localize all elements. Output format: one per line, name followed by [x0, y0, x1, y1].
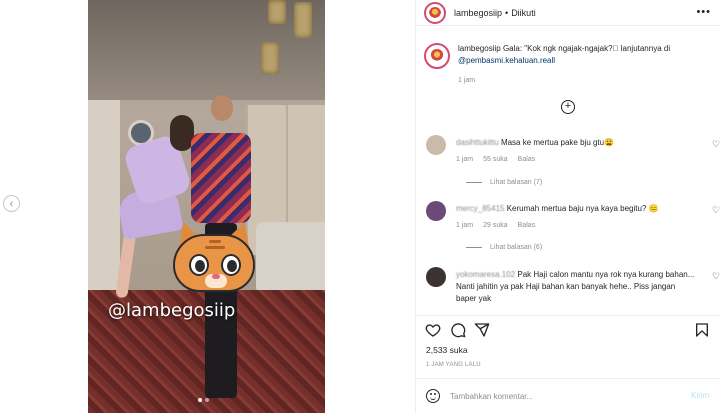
cat-mascot-sticker [172, 218, 256, 292]
comments-list[interactable]: lambegosiip Gala: "Kok ngk ngajak-ngajak… [416, 27, 720, 312]
comment-text: Kerumah mertua baju nya kaya begitu? 😑 [506, 204, 659, 213]
comment-time: 1 jam [456, 156, 474, 163]
like-comment-heart-icon[interactable]: ♡ [712, 271, 720, 282]
header-username[interactable]: lambegosiip [454, 8, 502, 18]
post-actions-bar [416, 315, 720, 341]
like-heart-icon[interactable] [425, 322, 441, 338]
load-more-comments-button[interactable]: + [561, 100, 575, 114]
carousel-dot [198, 398, 202, 402]
carousel-dot [205, 398, 209, 402]
comment-likes[interactable]: 55 suka [483, 156, 508, 163]
avatar[interactable] [426, 267, 446, 287]
view-replies-button[interactable]: Lihat balasan (6) [466, 244, 542, 251]
avatar[interactable] [424, 1, 446, 24]
add-comment-bar: Kirim [416, 378, 720, 413]
post-header: lambegosiip • Diikuti ••• [416, 0, 720, 26]
view-replies-button[interactable]: Lihat balasan (7) [466, 179, 542, 186]
avatar[interactable] [424, 43, 450, 69]
comment-time: 1 jam [456, 222, 474, 229]
media-panel: ‹ @lambegosiip [0, 0, 720, 413]
more-options-icon[interactable]: ••• [696, 6, 711, 18]
avatar[interactable] [426, 135, 446, 155]
caption-text: Gala: "Kok ngk ngajak-ngajak?  lanjutann… [502, 44, 671, 53]
header-separator: • [505, 7, 509, 18]
caption-username[interactable]: lambegosiip [458, 44, 501, 53]
view-replies-label: Lihat balasan (7) [490, 179, 543, 186]
comment-meta: 1 jam 29 suka Balas [456, 222, 535, 229]
reply-button[interactable]: Balas [518, 156, 536, 163]
likes-count[interactable]: 2,533 suka [426, 345, 468, 355]
chevron-left-icon: ‹ [9, 197, 14, 210]
comment-bubble-icon[interactable] [450, 322, 466, 338]
comment-username[interactable]: yokomaresa.102 [456, 270, 515, 279]
caption-mention-link[interactable]: @pembasmi.kehaluan.reall [458, 56, 555, 65]
post-caption: lambegosiip Gala: "Kok ngk ngajak-ngajak… [424, 43, 714, 69]
video-watermark: @lambegosiip [108, 300, 236, 321]
like-comment-heart-icon[interactable]: ♡ [712, 205, 720, 216]
media-side-right: 🔊 [325, 0, 720, 413]
comment-input[interactable] [450, 388, 670, 404]
post-video[interactable]: @lambegosiip [88, 0, 325, 413]
comment-username[interactable]: mercy_85415 [456, 204, 504, 213]
comment-text: Masa ke mertua pake bju gtu😩 [500, 138, 615, 147]
previous-post-button[interactable]: ‹ [3, 195, 20, 212]
share-send-icon[interactable] [474, 322, 490, 338]
post-comment-button[interactable]: Kirim [691, 391, 709, 400]
comment-likes[interactable]: 29 suka [483, 222, 508, 229]
media-side-left: ‹ [0, 0, 88, 413]
post-timestamp: 1 JAM YANG LALU [426, 362, 481, 368]
view-replies-label: Lihat balasan (6) [490, 244, 543, 251]
caption-time: 1 jam [458, 77, 476, 84]
comment-meta: 1 jam 55 suka Balas [456, 156, 535, 163]
plus-circle-icon: + [564, 100, 572, 112]
emoji-icon[interactable] [426, 389, 440, 403]
reply-button[interactable]: Balas [518, 222, 536, 229]
comment-username[interactable]: dasihttukittu [456, 138, 499, 147]
like-comment-heart-icon[interactable]: ♡ [712, 139, 720, 150]
follow-status-button[interactable]: Diikuti [511, 8, 536, 18]
carousel-dots [198, 398, 209, 402]
save-bookmark-icon[interactable] [694, 322, 710, 338]
avatar[interactable] [426, 201, 446, 221]
post-details-panel: lambegosiip • Diikuti ••• lambegosiip Ga… [415, 0, 720, 413]
